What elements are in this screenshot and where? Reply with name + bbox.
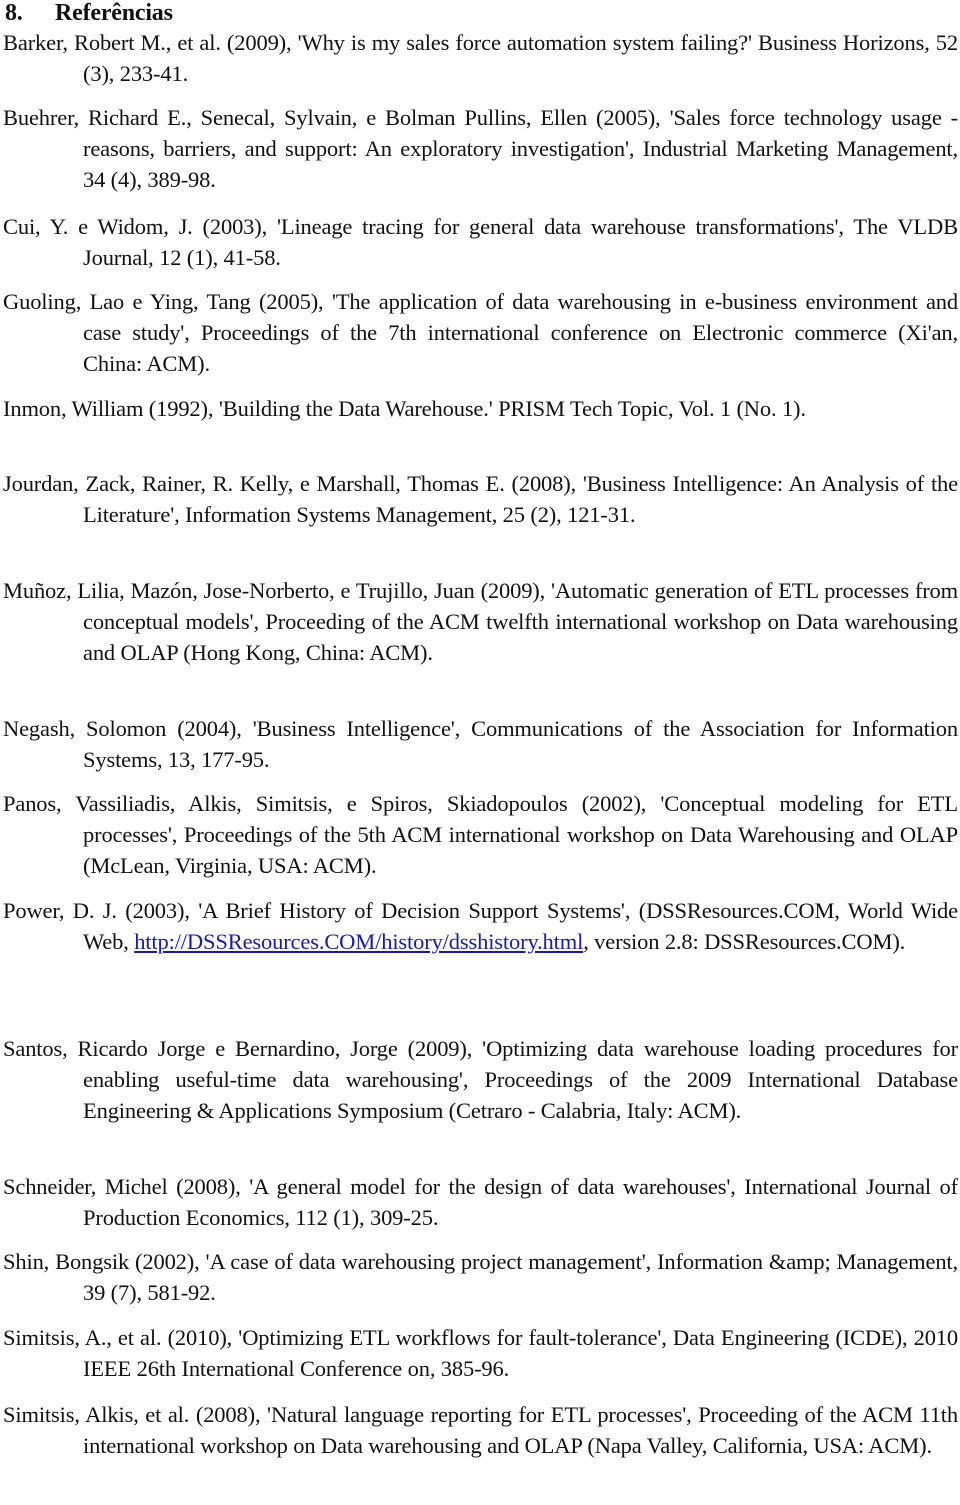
reference-entry-negash: Negash, Solomon (2004), 'Business Intell…	[3, 716, 958, 772]
reference-entry-power: Power, D. J. (2003), 'A Brief History of…	[3, 895, 958, 957]
reference-link[interactable]: http://DSSResources.COM/history/dsshisto…	[134, 929, 583, 954]
reference-entry-cui: Cui, Y. e Widom, J. (2003), 'Lineage tra…	[3, 214, 958, 270]
section-title: Referências	[55, 0, 173, 26]
section-heading: 8. Referências	[3, 0, 173, 28]
reference-entry-schneider: Schneider, Michel (2008), 'A general mod…	[3, 1174, 958, 1230]
reference-entry-panos: Panos, Vassiliadis, Alkis, Simitsis, e S…	[3, 791, 958, 878]
reference-text: , version 2.8: DSSResources.COM).	[583, 929, 906, 954]
reference-entry-santos: Santos, Ricardo Jorge e Bernardino, Jorg…	[3, 1036, 958, 1123]
reference-entry-barker: Barker, Robert M., et al. (2009), 'Why i…	[3, 30, 958, 86]
reference-entry-guoling: Guoling, Lao e Ying, Tang (2005), 'The a…	[3, 289, 958, 376]
reference-entry-simitsis-2010: Simitsis, A., et al. (2010), 'Optimizing…	[3, 1325, 958, 1381]
reference-entry-inmon: Inmon, William (1992), 'Building the Dat…	[3, 396, 806, 421]
reference-entry-simitsis-2008: Simitsis, Alkis, et al. (2008), 'Natural…	[3, 1402, 958, 1458]
reference-entry-munoz: Muñoz, Lilia, Mazón, Jose-Norberto, e Tr…	[3, 578, 958, 665]
reference-entry-buehrer: Buehrer, Richard E., Senecal, Sylvain, e…	[3, 105, 958, 192]
section-number: 8.	[5, 0, 23, 26]
reference-entry-jourdan: Jourdan, Zack, Rainer, R. Kelly, e Marsh…	[3, 471, 958, 527]
reference-entry-shin: Shin, Bongsik (2002), 'A case of data wa…	[3, 1249, 958, 1305]
